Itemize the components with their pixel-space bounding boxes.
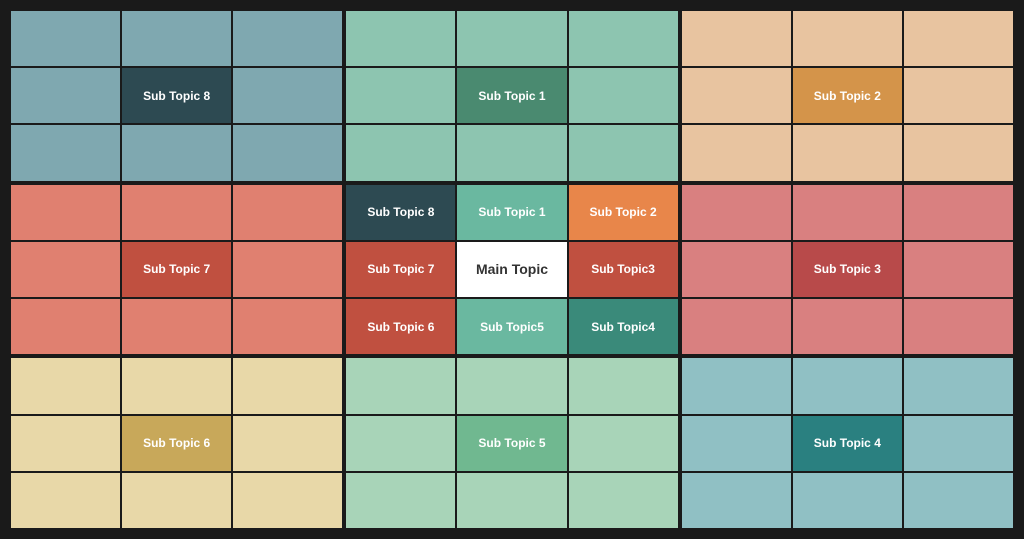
panel-subtopic6[interactable]: Sub Topic 6 (11, 358, 342, 528)
cell (122, 11, 231, 66)
cell (682, 416, 791, 471)
cell (346, 68, 455, 123)
cell (11, 299, 120, 354)
center-subtopic7[interactable]: Sub Topic 7 (346, 242, 455, 297)
cell (233, 299, 342, 354)
cell (904, 299, 1013, 354)
panel-subtopic1[interactable]: Sub Topic 1 (346, 11, 677, 181)
center-subtopic4[interactable]: Sub Topic4 (569, 299, 678, 354)
subtopic3-label[interactable]: Sub Topic 3 (793, 242, 902, 297)
center-subtopic5[interactable]: Sub Topic5 (457, 299, 566, 354)
cell (904, 242, 1013, 297)
subtopic7-label[interactable]: Sub Topic 7 (122, 242, 231, 297)
cell (11, 242, 120, 297)
cell (11, 473, 120, 528)
cell (11, 416, 120, 471)
cell (233, 416, 342, 471)
cell (904, 11, 1013, 66)
cell (569, 358, 678, 413)
cell (11, 185, 120, 240)
cell (682, 68, 791, 123)
cell (457, 11, 566, 66)
subtopic5-label[interactable]: Sub Topic 5 (457, 416, 566, 471)
cell (569, 416, 678, 471)
subtopic6-label[interactable]: Sub Topic 6 (122, 416, 231, 471)
cell (11, 358, 120, 413)
cell (233, 242, 342, 297)
cell (682, 299, 791, 354)
panel-subtopic8[interactable]: Sub Topic 8 (11, 11, 342, 181)
center-subtopic2[interactable]: Sub Topic 2 (569, 185, 678, 240)
cell (457, 125, 566, 180)
cell (682, 473, 791, 528)
cell (569, 68, 678, 123)
cell (457, 473, 566, 528)
cell (233, 11, 342, 66)
cell (904, 125, 1013, 180)
cell (122, 299, 231, 354)
cell (233, 358, 342, 413)
cell (793, 473, 902, 528)
cell (233, 185, 342, 240)
panel-subtopic4[interactable]: Sub Topic 4 (682, 358, 1013, 528)
cell (682, 185, 791, 240)
center-subtopic8[interactable]: Sub Topic 8 (346, 185, 455, 240)
cell (682, 11, 791, 66)
cell (904, 68, 1013, 123)
mind-map: Sub Topic 8 Sub Topic 1 Sub Topic 2 Su (7, 7, 1017, 532)
cell (233, 68, 342, 123)
center-subtopic1[interactable]: Sub Topic 1 (457, 185, 566, 240)
cell (904, 473, 1013, 528)
center-subtopic3[interactable]: Sub Topic3 (569, 242, 678, 297)
cell (11, 11, 120, 66)
cell (346, 416, 455, 471)
cell (793, 125, 902, 180)
cell (793, 299, 902, 354)
cell (233, 125, 342, 180)
center-subtopic6[interactable]: Sub Topic 6 (346, 299, 455, 354)
subtopic1-label[interactable]: Sub Topic 1 (457, 68, 566, 123)
cell (122, 358, 231, 413)
cell (569, 11, 678, 66)
cell (569, 473, 678, 528)
cell (233, 473, 342, 528)
cell (122, 473, 231, 528)
panel-subtopic3[interactable]: Sub Topic 3 (682, 185, 1013, 355)
cell (793, 11, 902, 66)
cell (346, 358, 455, 413)
cell (122, 125, 231, 180)
cell (793, 358, 902, 413)
cell (346, 11, 455, 66)
panel-subtopic7[interactable]: Sub Topic 7 (11, 185, 342, 355)
cell (457, 358, 566, 413)
subtopic4-label[interactable]: Sub Topic 4 (793, 416, 902, 471)
cell (346, 473, 455, 528)
cell (11, 125, 120, 180)
cell (904, 358, 1013, 413)
panel-subtopic5[interactable]: Sub Topic 5 (346, 358, 677, 528)
cell (682, 125, 791, 180)
panel-subtopic2[interactable]: Sub Topic 2 (682, 11, 1013, 181)
cell (11, 68, 120, 123)
cell (122, 185, 231, 240)
cell (569, 125, 678, 180)
cell (346, 125, 455, 180)
cell (904, 185, 1013, 240)
cell (793, 185, 902, 240)
main-topic-label[interactable]: Main Topic (457, 242, 566, 297)
cell (682, 242, 791, 297)
subtopic2-label[interactable]: Sub Topic 2 (793, 68, 902, 123)
panel-main[interactable]: Sub Topic 8 Sub Topic 1 Sub Topic 2 Sub … (346, 185, 677, 355)
cell (682, 358, 791, 413)
cell (904, 416, 1013, 471)
subtopic8-label[interactable]: Sub Topic 8 (122, 68, 231, 123)
